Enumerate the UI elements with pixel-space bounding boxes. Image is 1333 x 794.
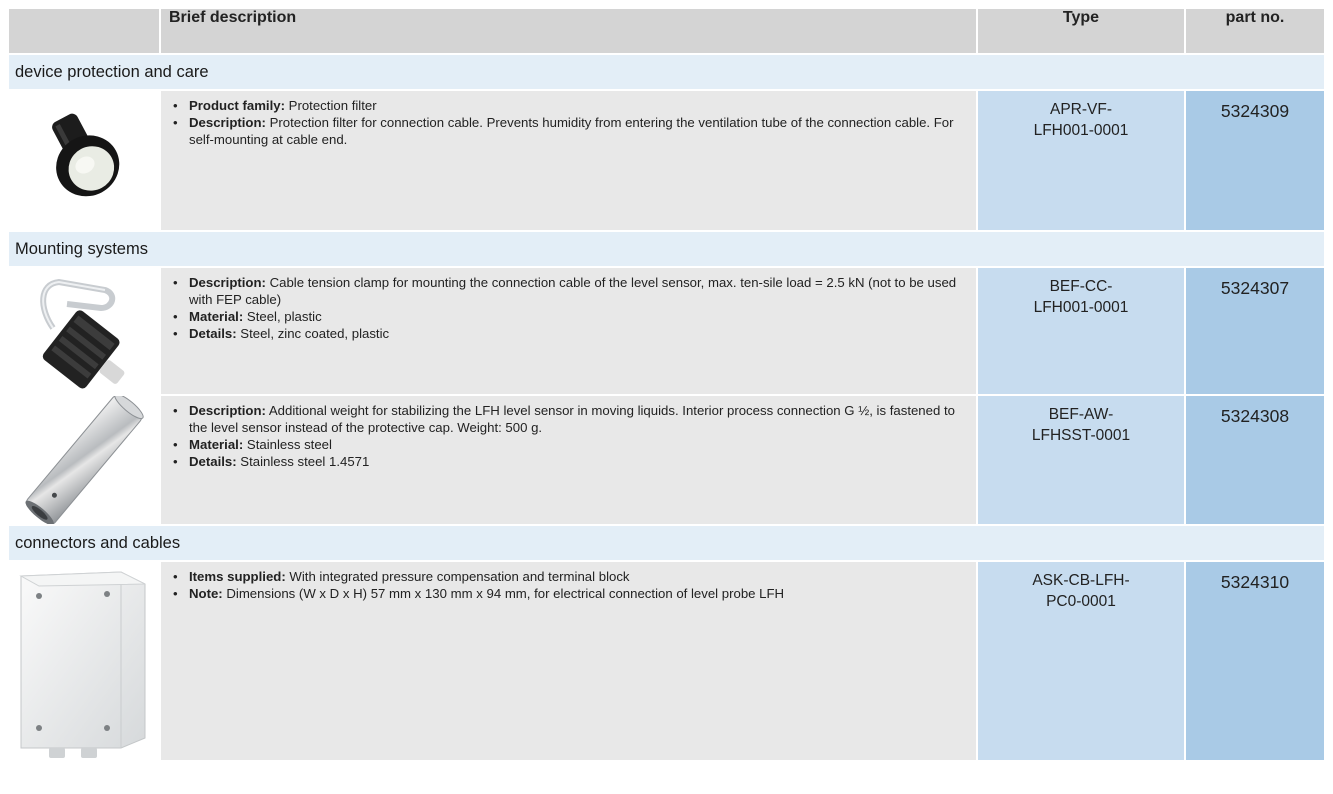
bullet-label: Details:	[189, 454, 237, 469]
bullet-text: Stainless steel 1.4571	[236, 454, 370, 469]
bullet-text: Dimensions (W x D x H) 57 mm x 130 mm x …	[222, 586, 785, 601]
bullet-text: Steel, zinc coated, plastic	[236, 326, 390, 341]
bullet-label: Product family:	[189, 98, 285, 113]
type-line: LFHSST-0001	[1031, 427, 1131, 444]
type-code: BEF-AW- LFHSST-0001	[978, 396, 1184, 524]
list-item: Description: Additional weight for stabi…	[173, 402, 966, 436]
header-part-no: part no.	[1186, 9, 1324, 53]
bullet-label: Material:	[189, 309, 244, 324]
product-image	[9, 91, 159, 230]
type-line: BEF-CC-	[1049, 278, 1113, 295]
type-line: APR-VF-	[1050, 101, 1112, 118]
bullet-label: Details:	[189, 326, 237, 341]
type-code: APR-VF- LFH001-0001	[978, 91, 1184, 230]
product-image	[9, 396, 159, 524]
bullet-text: Protection filter	[285, 98, 377, 113]
bullet-label: Note:	[189, 586, 223, 601]
type-line: PC0-0001	[1046, 593, 1116, 610]
bullet-text: Protection filter for connection cable. …	[189, 115, 954, 147]
header-brief-description: Brief description	[161, 9, 976, 53]
type-line: ASK-CB-LFH-	[1032, 572, 1130, 589]
section-header-mounting-systems: Mounting systems	[9, 232, 1324, 266]
section-header-connectors-and-cables: connectors and cables	[9, 526, 1324, 560]
list-item: Note: Dimensions (W x D x H) 57 mm x 130…	[173, 585, 966, 602]
table-row: Description: Cable tension clamp for mou…	[9, 268, 1324, 394]
bullet-label: Description:	[189, 275, 266, 290]
bullet-label: Description:	[189, 115, 266, 130]
table-row: Description: Additional weight for stabi…	[9, 396, 1324, 524]
bullet-text: Additional weight for stabilizing the LF…	[189, 403, 955, 435]
type-line: LFH001-0001	[1033, 122, 1129, 139]
type-code: ASK-CB-LFH- PC0-0001	[978, 562, 1184, 760]
type-line: BEF-AW-	[1048, 406, 1114, 423]
section-title: connectors and cables	[9, 526, 1324, 560]
part-number: 5324308	[1186, 396, 1324, 524]
brief-description: Items supplied: With integrated pressure…	[161, 562, 976, 760]
list-item: Product family: Protection filter	[173, 97, 966, 114]
list-item: Material: Steel, plastic	[173, 308, 966, 325]
list-item: Details: Stainless steel 1.4571	[173, 453, 966, 470]
header-row: Brief description Type part no.	[9, 9, 1324, 53]
header-type: Type	[978, 9, 1184, 53]
part-number: 5324310	[1186, 562, 1324, 760]
bullet-text: Steel, plastic	[243, 309, 322, 324]
product-image	[9, 562, 159, 760]
type-line: LFH001-0001	[1033, 299, 1129, 316]
bullet-text: With integrated pressure compensation an…	[285, 569, 630, 584]
bullet-text: Cable tension clamp for mounting the con…	[189, 275, 957, 307]
bullet-text: Stainless steel	[243, 437, 332, 452]
bullet-label: Material:	[189, 437, 244, 452]
header-image-column	[9, 9, 159, 53]
section-header-device-protection: device protection and care	[9, 55, 1324, 89]
table-row: Items supplied: With integrated pressure…	[9, 562, 1324, 760]
part-number: 5324309	[1186, 91, 1324, 230]
brief-description: Description: Additional weight for stabi…	[161, 396, 976, 524]
list-item: Material: Stainless steel	[173, 436, 966, 453]
bullet-label: Description:	[189, 403, 266, 418]
brief-description: Description: Cable tension clamp for mou…	[161, 268, 976, 394]
list-item: Details: Steel, zinc coated, plastic	[173, 325, 966, 342]
protection-filter-icon	[52, 113, 120, 197]
connection-box-icon	[19, 571, 146, 758]
type-code: BEF-CC- LFH001-0001	[978, 268, 1184, 394]
table-row: Product family: Protection filter Descri…	[9, 91, 1324, 230]
section-title: device protection and care	[9, 55, 1324, 89]
cable-tension-clamp-icon	[26, 276, 142, 390]
product-image	[9, 268, 159, 394]
list-item: Description: Protection filter for conne…	[173, 114, 966, 148]
brief-description: Product family: Protection filter Descri…	[161, 91, 976, 230]
accessories-table: Brief description Type part no. device p…	[7, 7, 1326, 762]
list-item: Items supplied: With integrated pressure…	[173, 568, 966, 585]
part-number: 5324307	[1186, 268, 1324, 394]
additional-weight-icon	[25, 396, 144, 524]
list-item: Description: Cable tension clamp for mou…	[173, 274, 966, 308]
bullet-label: Items supplied:	[189, 569, 286, 584]
section-title: Mounting systems	[9, 232, 1324, 266]
